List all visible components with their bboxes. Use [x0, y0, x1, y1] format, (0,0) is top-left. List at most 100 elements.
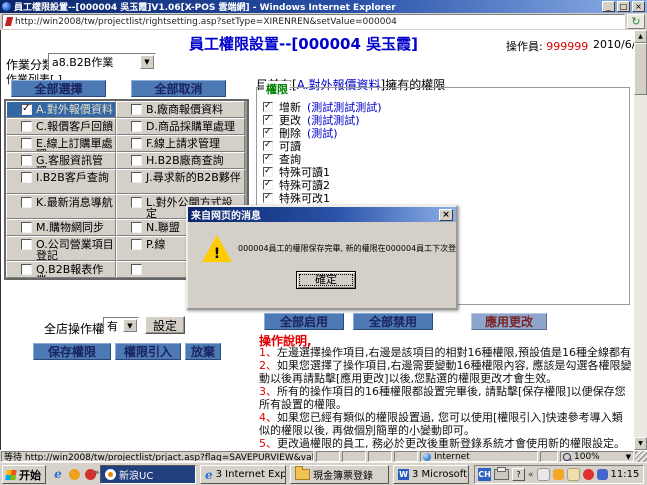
checkbox-icon[interactable]	[21, 104, 32, 115]
scroll-up-icon[interactable]: ▲	[634, 30, 647, 43]
enable-all-button[interactable]: 全部启用	[264, 313, 344, 330]
tray-qq-icon[interactable]	[583, 469, 594, 480]
taskbar-button-office-group[interactable]: W 3 Microsoft Off... ▼	[393, 465, 469, 484]
store-permission-select[interactable]: 有 ▼	[103, 317, 139, 334]
module-cell-m[interactable]: M.購物網同步	[6, 219, 116, 236]
module-cell-e[interactable]: E.線上訂購單處理	[6, 135, 116, 152]
start-button[interactable]: 开始	[2, 465, 46, 484]
maximize-icon[interactable]: □	[617, 1, 630, 12]
quicklaunch-app-icon[interactable]	[66, 466, 82, 482]
deselect-all-button[interactable]: 全部取消	[131, 80, 226, 97]
language-indicator[interactable]: CH	[478, 468, 491, 481]
checkbox-icon[interactable]	[21, 121, 32, 132]
taskbar-button-folder[interactable]: 現金簿票登錄	[290, 465, 389, 484]
checkbox-icon[interactable]	[131, 155, 142, 166]
checkbox-icon[interactable]	[21, 264, 32, 275]
refresh-icon[interactable]: ↻	[627, 14, 645, 29]
chevron-down-icon[interactable]: ▼	[140, 55, 154, 69]
checkbox-icon[interactable]	[263, 115, 273, 125]
magnifier-icon	[563, 453, 571, 461]
status-panel	[368, 451, 392, 462]
clock: 11:15	[611, 469, 640, 480]
module-cell-a[interactable]: A.對外報價資料	[6, 101, 116, 118]
dialog-title-bar[interactable]: 来自网页的消息 ×	[188, 207, 456, 222]
resize-grip[interactable]	[635, 451, 647, 462]
set-button[interactable]: 設定	[145, 316, 185, 334]
permission-row[interactable]: 刪除(測試)	[263, 126, 629, 139]
tray-chevron-icon[interactable]: «	[528, 470, 534, 480]
checkbox-icon[interactable]	[131, 264, 142, 275]
chevron-down-icon[interactable]: ▼	[123, 319, 137, 332]
operator-value: 999999	[546, 40, 588, 53]
checkbox-icon[interactable]	[21, 222, 32, 233]
import-permission-button[interactable]: 權限引入	[115, 343, 181, 360]
zoom-control[interactable]: 100% ▼	[560, 451, 634, 462]
module-cell-k[interactable]: K.最新消息導航	[6, 194, 116, 219]
dialog-message: 000004員工的權限保存完畢, 新的權限在000004員工下次登入時生效。	[238, 243, 456, 254]
checkbox-icon[interactable]	[21, 155, 32, 166]
module-cell-d[interactable]: D.商品採購單處理	[116, 118, 245, 135]
module-cell-h[interactable]: H.B2B廠商查詢	[116, 152, 245, 169]
category-select[interactable]: a8.B2B作業 ▼	[48, 53, 156, 71]
checkbox-icon[interactable]	[131, 138, 142, 149]
chevron-down-icon[interactable]: ▼	[626, 453, 631, 461]
instruction-item: 1、左邊選擇操作項目,右邊是該項目的相對16種權限,預設值是16種全線都有	[259, 346, 633, 359]
taskbar-button-sina-uc[interactable]: 新浪UC	[100, 465, 196, 484]
close-icon[interactable]: ×	[632, 1, 645, 12]
checkbox-icon[interactable]	[263, 193, 273, 203]
checkbox-icon[interactable]	[263, 154, 273, 164]
disable-all-button[interactable]: 全部禁用	[353, 313, 433, 330]
checkbox-icon[interactable]	[21, 138, 32, 149]
discard-button[interactable]: 放棄	[185, 343, 221, 360]
globe-icon	[423, 453, 431, 461]
checkbox-icon[interactable]	[131, 172, 142, 183]
taskbar-button-ie-group[interactable]: e 3 Internet Expl... ▼	[200, 465, 286, 484]
module-cell-j[interactable]: J.尋求新的B2B夥伴	[116, 169, 245, 194]
tray-app-icon[interactable]	[553, 469, 564, 480]
checkbox-icon[interactable]	[131, 239, 142, 250]
url-text: http://win2008/tw/projectlist/rightsetti…	[15, 17, 397, 27]
tray-app-icon[interactable]	[567, 468, 580, 481]
checkbox-icon[interactable]	[263, 167, 273, 177]
module-cell-f[interactable]: F.線上請求管理	[116, 135, 245, 152]
module-cell-b[interactable]: B.廠商報價資料	[116, 101, 245, 118]
checkbox-icon[interactable]	[263, 180, 273, 190]
vertical-scrollbar[interactable]: ▲ ▼	[634, 30, 647, 450]
quicklaunch-ie-icon[interactable]: e	[50, 466, 66, 482]
checkbox-icon[interactable]	[131, 222, 142, 233]
checkbox-icon[interactable]	[131, 104, 142, 115]
apply-changes-button[interactable]: 應用更改	[471, 313, 547, 330]
tray-app-icon[interactable]	[597, 469, 608, 480]
alert-dialog: 来自网页的消息 × ! 000004員工的權限保存完畢, 新的權限在000004…	[186, 205, 458, 310]
tray-app-icon[interactable]	[537, 468, 550, 481]
module-cell-g[interactable]: G.客服資訊管理	[6, 152, 116, 169]
scroll-down-icon[interactable]: ▼	[634, 437, 647, 450]
checkbox-icon[interactable]	[21, 197, 32, 208]
save-permission-button[interactable]: 保存權限	[33, 343, 111, 360]
select-all-button[interactable]: 全部選擇	[11, 80, 106, 97]
module-cell-c[interactable]: C.報價客戶回饋	[6, 118, 116, 135]
quicklaunch-overflow-icon[interactable]: »	[94, 468, 100, 478]
module-cell-q[interactable]: Q.B2B報表作業	[6, 261, 116, 278]
checkbox-icon[interactable]	[263, 141, 273, 151]
permission-row[interactable]: 可讀	[263, 139, 629, 152]
ok-button[interactable]: 確定	[296, 271, 356, 289]
module-cell-o[interactable]: O.公司營業項目登記	[6, 236, 116, 261]
checkbox-icon[interactable]	[263, 128, 273, 138]
checkbox-icon[interactable]	[131, 121, 142, 132]
checkbox-icon[interactable]	[21, 172, 32, 183]
address-input[interactable]: http://win2008/tw/projectlist/rightsetti…	[2, 14, 625, 29]
checkbox-icon[interactable]	[21, 239, 32, 250]
checkbox-icon[interactable]	[131, 197, 142, 208]
printer-icon[interactable]	[494, 469, 509, 480]
close-icon[interactable]: ×	[439, 209, 453, 221]
module-cell-i[interactable]: I.B2B客戶查詢	[6, 169, 116, 194]
windows-logo-icon	[5, 470, 16, 480]
help-icon[interactable]: ?	[512, 468, 525, 481]
status-text: 等待 http://win2008/tw/projectlist/prjact.…	[1, 451, 314, 462]
scrollbar-thumb[interactable]	[634, 43, 647, 95]
minimize-icon[interactable]: _	[602, 1, 615, 12]
warning-icon: !	[202, 235, 232, 262]
zoom-level: 100%	[574, 452, 600, 462]
checkbox-icon[interactable]	[263, 102, 273, 112]
